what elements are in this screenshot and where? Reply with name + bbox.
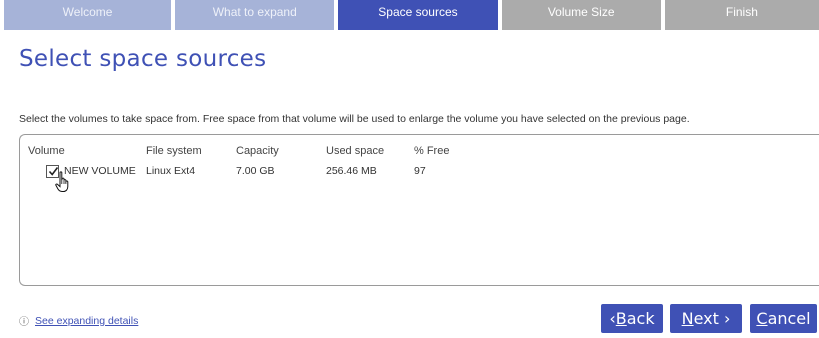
details-link-text[interactable]: See expanding details xyxy=(35,315,138,327)
back-button[interactable]: ‹ Back xyxy=(601,304,663,333)
column-header-volume[interactable]: Volume xyxy=(28,145,65,157)
column-header-file-system[interactable]: File system xyxy=(146,145,202,157)
volume-used-space: 256.46 MB xyxy=(326,165,377,177)
step-welcome: Welcome xyxy=(4,0,172,30)
cancel-label-rest: ancel xyxy=(767,309,811,328)
page-title: Select space sources xyxy=(19,46,267,72)
back-hotkey: B xyxy=(615,309,627,328)
step-finish: Finish xyxy=(664,0,819,30)
step-space-sources: Space sources xyxy=(338,0,498,30)
next-button[interactable]: Next › xyxy=(670,304,742,333)
step-volume-size: Volume Size xyxy=(501,0,661,30)
volume-list[interactable]: Volume File system Capacity Used space %… xyxy=(19,134,819,286)
cancel-hotkey: C xyxy=(756,309,768,328)
hand-cursor-icon xyxy=(55,171,69,192)
wizard-steps: Welcome What to expand Space sources Vol… xyxy=(0,0,819,30)
column-header-free-percent[interactable]: % Free xyxy=(414,145,449,157)
back-label-rest: ack xyxy=(626,309,655,328)
volume-name: NEW VOLUME xyxy=(64,165,136,177)
volume-free-percent: 97 xyxy=(414,165,426,177)
volume-capacity: 7.00 GB xyxy=(236,165,275,177)
volume-file-system: Linux Ext4 xyxy=(146,165,196,177)
step-what-to-expand: What to expand xyxy=(175,0,335,30)
next-hotkey: N xyxy=(681,309,694,328)
info-icon: ⓘ xyxy=(19,317,29,328)
next-label-rest: ext › xyxy=(693,309,731,328)
instructions-text: Select the volumes to take space from. F… xyxy=(19,113,690,125)
column-header-used-space[interactable]: Used space xyxy=(326,145,384,157)
column-header-capacity[interactable]: Capacity xyxy=(236,145,279,157)
expanding-details-link[interactable]: ⓘ See expanding details xyxy=(19,313,138,329)
cancel-button[interactable]: Cancel xyxy=(750,304,817,333)
